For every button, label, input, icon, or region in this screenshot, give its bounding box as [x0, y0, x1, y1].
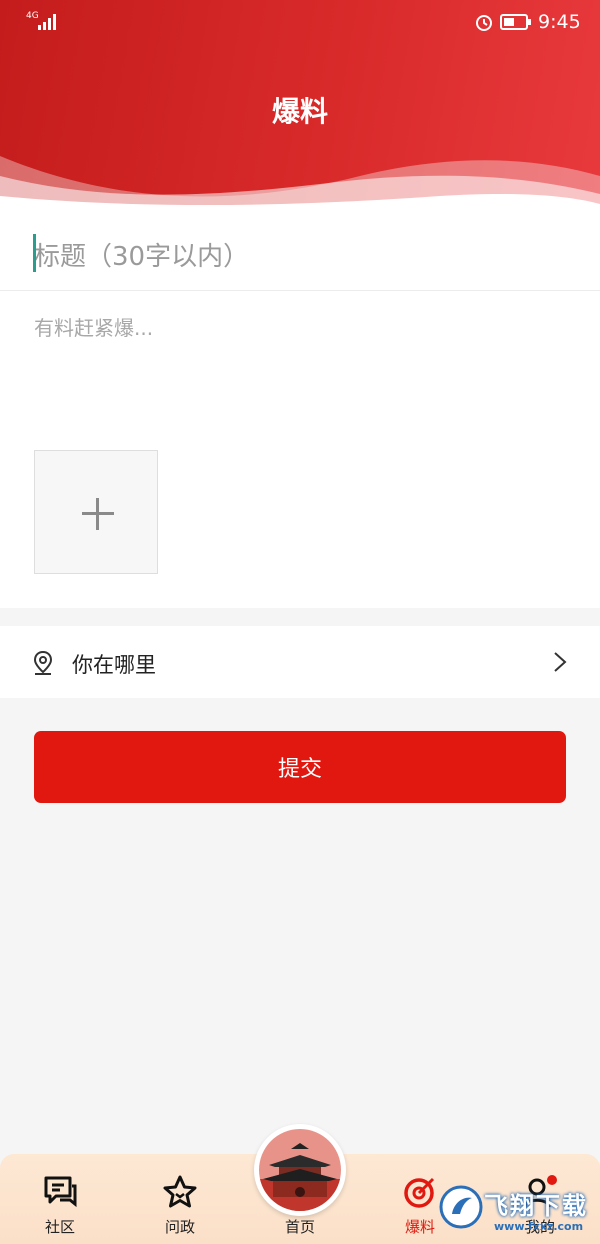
- tab-label: 问政: [164, 1218, 195, 1236]
- watermark-text: 飞翔下载: [484, 1192, 588, 1220]
- header-bar: 4G 9:45 爆料: [0, 0, 600, 216]
- location-selector[interactable]: 你在哪里: [0, 626, 600, 698]
- tab-community[interactable]: 社区: [10, 1154, 110, 1244]
- content-textarea[interactable]: [34, 312, 574, 442]
- tab-home[interactable]: [254, 1124, 346, 1216]
- network-type: 4G: [26, 11, 39, 21]
- tab-home-label: 首页: [284, 1218, 315, 1236]
- divider: [0, 290, 600, 291]
- status-bar: 4G 9:45: [0, 0, 600, 44]
- report-form: [0, 216, 600, 608]
- header-wave-decoration: [0, 156, 600, 216]
- page-title: 爆料: [271, 95, 328, 128]
- add-image-button[interactable]: [34, 450, 158, 574]
- gate-tower-illustration: [259, 1129, 341, 1211]
- target-icon: [404, 1177, 435, 1208]
- plus-icon-stem: [96, 498, 99, 530]
- watermark-url: www.fxxz.com: [494, 1220, 584, 1233]
- tab-label: 社区: [44, 1218, 75, 1236]
- signal-icon: [38, 14, 56, 30]
- chevron-right-icon: [554, 652, 567, 672]
- watermark-logo-icon: [439, 1185, 483, 1229]
- location-label: 你在哪里: [72, 653, 156, 677]
- site-watermark: 飞翔下载 www.fxxz.com: [438, 1176, 600, 1244]
- chat-icon: [44, 1176, 77, 1208]
- star-icon: [163, 1175, 197, 1208]
- location-pin-icon: [33, 650, 53, 675]
- text-cursor: [33, 234, 36, 272]
- tab-inquiry[interactable]: 问政: [130, 1154, 230, 1244]
- alarm-icon: [476, 15, 492, 31]
- home-tower-image: [259, 1129, 341, 1211]
- submit-button[interactable]: 提交: [34, 731, 566, 803]
- title-input[interactable]: [34, 232, 574, 282]
- status-time: 9:45: [538, 11, 581, 33]
- battery-icon: [500, 14, 531, 30]
